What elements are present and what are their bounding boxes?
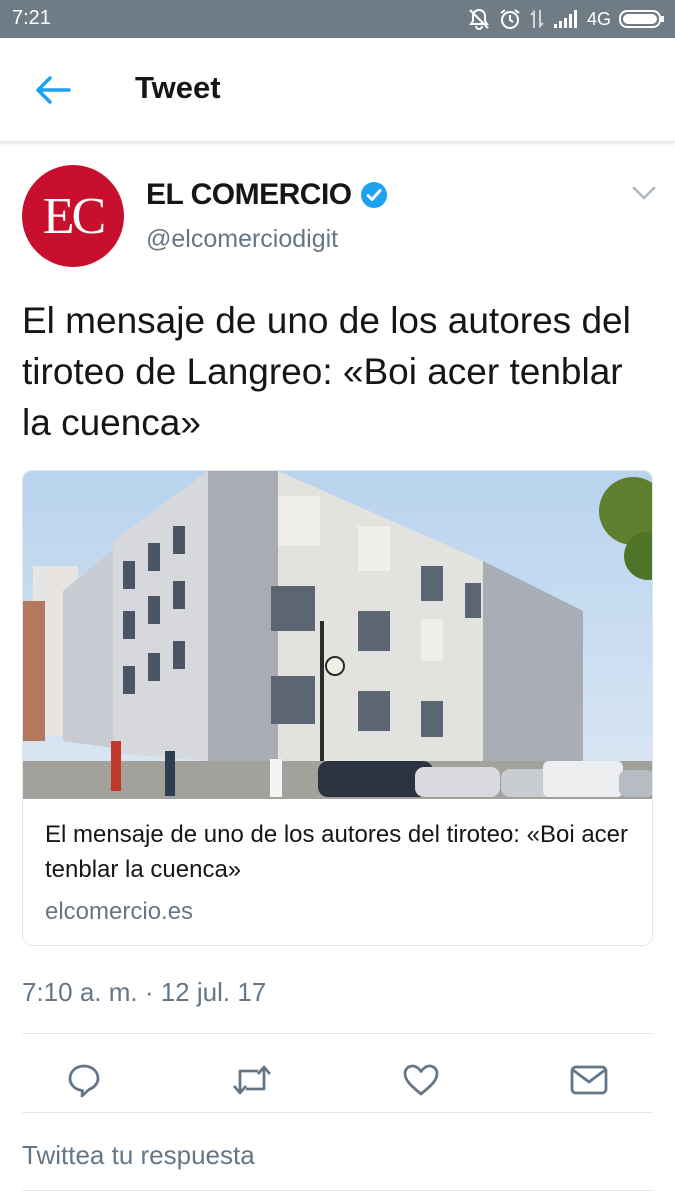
reply-icon <box>68 1064 100 1098</box>
retweet-button[interactable] <box>230 1060 274 1100</box>
more-options-button[interactable] <box>628 180 660 206</box>
card-domain: elcomercio.es <box>45 898 194 925</box>
avatar-logo-text: EC <box>42 187 106 245</box>
signal-icon <box>553 9 579 29</box>
tweet-timestamp: 7:10 a. m. · 12 jul. 17 <box>22 977 267 1007</box>
verified-badge-icon <box>360 181 388 209</box>
retweet-icon <box>232 1065 272 1095</box>
muted-bell-icon <box>467 8 491 30</box>
tweet-actions <box>0 1052 675 1108</box>
status-time: 7:21 <box>12 7 51 29</box>
chevron-down-icon <box>632 186 656 200</box>
divider <box>22 1190 653 1191</box>
reply-button[interactable] <box>62 1060 106 1100</box>
battery-icon <box>619 9 665 29</box>
heart-icon <box>403 1064 439 1096</box>
network-label: 4G <box>586 8 611 29</box>
page-title: Tweet <box>135 70 221 105</box>
avatar[interactable]: EC <box>22 165 124 267</box>
mail-icon <box>570 1065 608 1095</box>
author-name-row: EL COMERCIO <box>146 178 388 212</box>
back-button[interactable] <box>28 68 78 112</box>
like-button[interactable] <box>399 1060 443 1100</box>
card-image-building-photo <box>23 471 652 799</box>
alarm-icon <box>499 8 521 30</box>
author-name[interactable]: EL COMERCIO <box>146 178 352 212</box>
status-icons: 4G <box>467 6 665 32</box>
reply-input[interactable]: Twittea tu respuesta <box>22 1140 255 1171</box>
link-card[interactable]: El mensaje de uno de los autores del tir… <box>22 470 653 946</box>
back-arrow-icon <box>36 76 71 104</box>
status-bar: 7:21 4G <box>0 0 675 38</box>
app-header: Tweet <box>0 38 675 142</box>
divider <box>22 1112 653 1113</box>
card-title: El mensaje de uno de los autores del tir… <box>45 821 629 883</box>
share-button[interactable] <box>567 1060 611 1100</box>
tweet-text: El mensaje de uno de los autores del tir… <box>22 300 631 443</box>
data-transfer-icon <box>529 8 545 30</box>
divider <box>22 1033 653 1034</box>
author-handle[interactable]: @elcomerciodigit <box>146 225 338 254</box>
